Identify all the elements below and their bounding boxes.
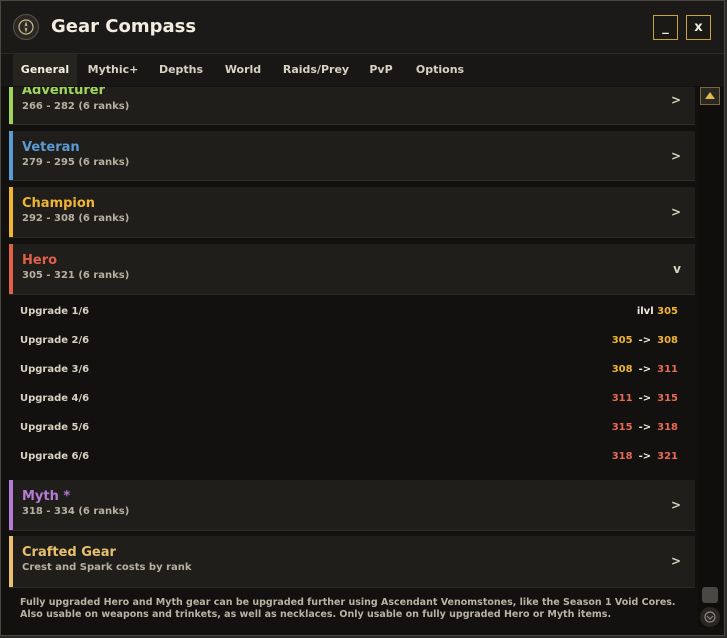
upgrade-arrow: -> (638, 422, 652, 433)
chevron-down-icon: v (673, 262, 681, 276)
close-button[interactable]: x (686, 15, 711, 40)
track-row-crafted-gear[interactable]: Crafted Gear Crest and Spark costs by ra… (9, 536, 695, 588)
ilvl-prefix: ilvl (636, 306, 654, 317)
track-color-bar (9, 87, 13, 124)
upgrade-row: Upgrade 3/6 308 -> 311 (9, 361, 695, 381)
upgrade-row: Upgrade 2/6 305 -> 308 (9, 332, 695, 352)
window-title: Gear Compass (51, 16, 197, 37)
upgrade-from: 311 (611, 393, 633, 404)
upgrade-value: 311 -> 315 (612, 393, 678, 404)
track-row-adventurer[interactable]: Adventurer 266 - 282 (6 ranks) > (9, 87, 695, 125)
track-range: 266 - 282 (6 ranks) (22, 101, 130, 112)
chevron-right-icon: > (670, 205, 681, 219)
track-name: Crafted Gear (22, 545, 116, 560)
upgrade-value: 305 -> 308 (612, 335, 678, 346)
tab-options[interactable]: Options (409, 54, 471, 86)
upgrade-arrow: -> (638, 451, 652, 462)
track-name: Veteran (22, 140, 80, 155)
track-name: Champion (22, 196, 96, 211)
upgrade-value: 318 -> 321 (612, 451, 678, 462)
track-range: 279 - 295 (6 ranks) (22, 157, 130, 168)
chevron-right-icon: > (670, 554, 681, 568)
track-color-bar (9, 187, 13, 237)
track-name: Adventurer (22, 87, 106, 98)
upgrade-to: 311 (657, 364, 678, 375)
upgrade-row: Upgrade 4/6 311 -> 315 (9, 390, 695, 410)
track-color-bar (9, 480, 13, 530)
tab-raids-prey[interactable]: Raids/Prey (277, 54, 355, 86)
upgrade-value: 315 -> 318 (612, 422, 678, 433)
upgrade-arrow: -> (638, 364, 652, 375)
scrollbar-thumb[interactable] (702, 587, 718, 603)
track-range: 318 - 334 (6 ranks) (22, 506, 130, 517)
upgrade-rank: Upgrade 5/6 (20, 422, 90, 433)
upgrade-rank: Upgrade 4/6 (20, 393, 90, 404)
track-range: Crest and Spark costs by rank (22, 562, 192, 573)
upgrade-value: ilvl 305 (637, 306, 678, 317)
upgrade-rank: Upgrade 2/6 (20, 335, 90, 346)
tab-world[interactable]: World (217, 54, 269, 86)
track-row-myth[interactable]: Myth * 318 - 334 (6 ranks) > (9, 480, 695, 531)
upgrade-value: 308 -> 311 (612, 364, 678, 375)
upgrade-arrow: -> (638, 335, 652, 346)
tab-bar: General Mythic+ Depths World Raids/Prey … (1, 54, 724, 86)
track-color-bar (9, 244, 13, 294)
upgrade-to: 315 (657, 393, 678, 404)
upgrade-row: Upgrade 1/6 ilvl 305 (9, 303, 695, 323)
title-bar[interactable]: Gear Compass _ x (1, 1, 724, 54)
upgrade-to: 321 (657, 451, 678, 462)
scroll-up-arrow-icon[interactable] (700, 87, 720, 105)
track-row-veteran[interactable]: Veteran 279 - 295 (6 ranks) > (9, 131, 695, 181)
upgrade-rank: Upgrade 6/6 (20, 451, 90, 462)
track-color-bar (9, 131, 13, 180)
track-color-bar (9, 536, 13, 587)
gear-compass-window: Gear Compass _ x General Mythic+ Depths … (0, 0, 725, 636)
upgrade-to: 308 (657, 335, 678, 346)
scrollbar-track[interactable] (698, 87, 722, 627)
upgrade-to: 318 (657, 422, 678, 433)
chevron-right-icon: > (670, 149, 681, 163)
upgrade-from: 308 (611, 364, 633, 375)
chevron-right-icon: > (670, 93, 681, 107)
upgrade-from: 305 (657, 306, 678, 317)
footer-note: Fully upgraded Hero and Myth gear can be… (20, 597, 680, 621)
upgrade-arrow: -> (638, 393, 652, 404)
hero-upgrade-list: Upgrade 1/6 ilvl 305 Upgrade 2/6 305 -> 30… (9, 295, 695, 479)
scroll-down-arrow-icon[interactable] (700, 607, 720, 627)
track-list: Adventurer 266 - 282 (6 ranks) > Veteran… (9, 87, 695, 591)
tab-depths[interactable]: Depths (151, 54, 211, 86)
upgrade-from: 315 (611, 422, 633, 433)
chevron-right-icon: > (670, 498, 681, 512)
upgrade-row: Upgrade 5/6 315 -> 318 (9, 419, 695, 439)
track-name: Hero (22, 253, 58, 268)
track-row-hero[interactable]: Hero 305 - 321 (6 ranks) v (9, 244, 695, 295)
upgrade-rank: Upgrade 3/6 (20, 364, 90, 375)
tab-mythic-plus[interactable]: Mythic+ (81, 54, 145, 86)
track-name: Myth * (22, 489, 71, 504)
upgrade-row: Upgrade 6/6 318 -> 321 (9, 448, 695, 468)
tab-general[interactable]: General (13, 54, 77, 86)
upgrade-from: 305 (611, 335, 633, 346)
upgrade-from: 318 (611, 451, 633, 462)
minimize-button[interactable]: _ (653, 15, 678, 40)
footer-line: Fully upgraded Hero and Myth gear can be… (20, 597, 676, 608)
tab-pvp[interactable]: PvP (361, 54, 401, 86)
track-range: 292 - 308 (6 ranks) (22, 213, 130, 224)
compass-icon (13, 14, 39, 40)
track-range: 305 - 321 (6 ranks) (22, 270, 130, 281)
footer-line: Also usable on weapons and trinkets, as … (20, 609, 612, 620)
track-row-champion[interactable]: Champion 292 - 308 (6 ranks) > (9, 187, 695, 238)
upgrade-rank: Upgrade 1/6 (20, 306, 90, 317)
